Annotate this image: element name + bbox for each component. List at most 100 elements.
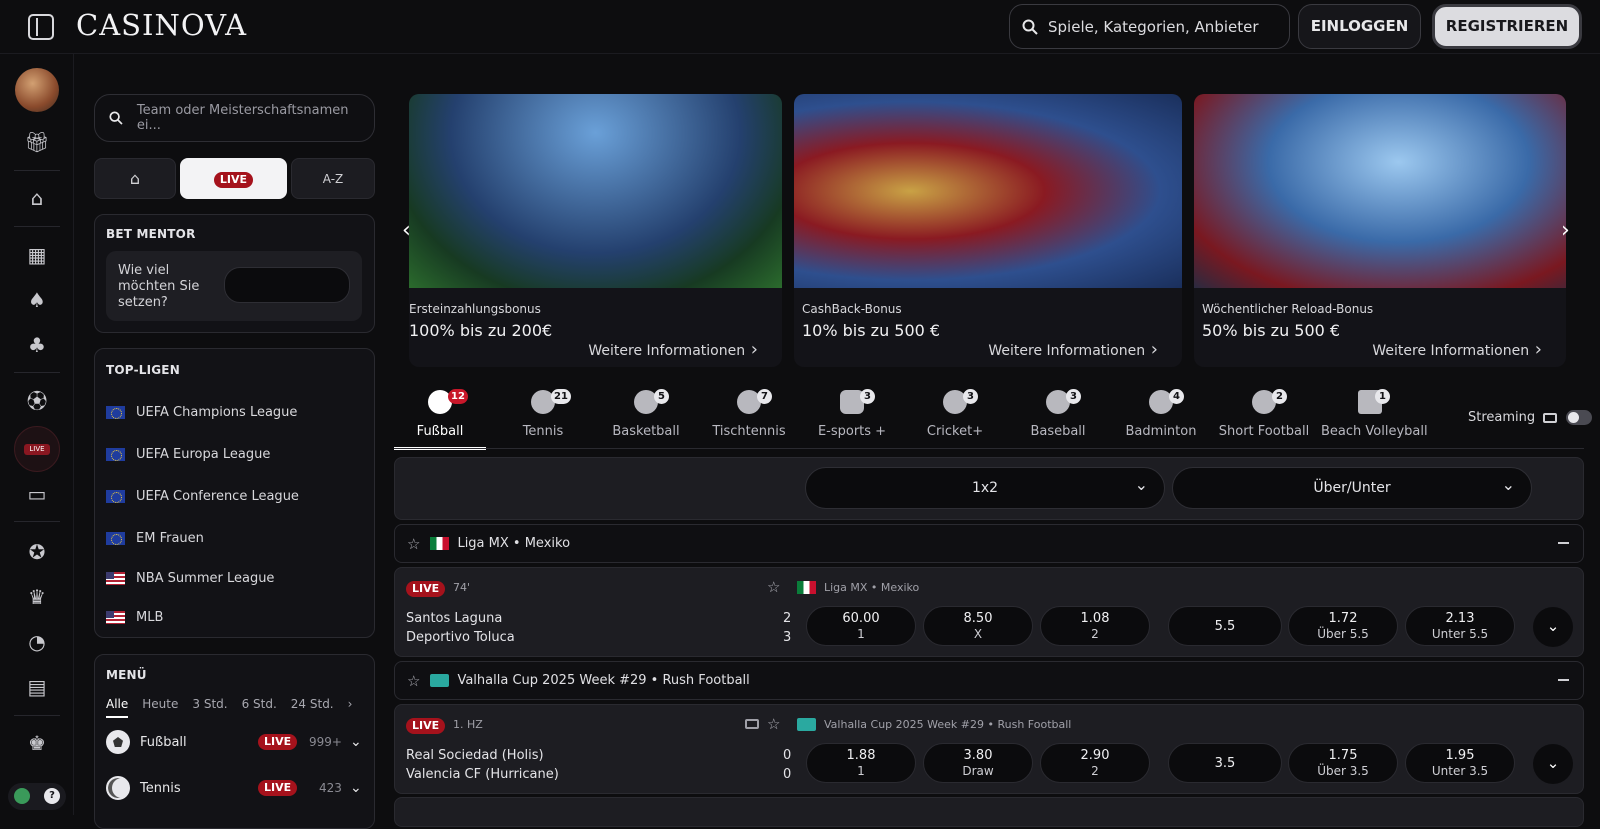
slot-machine-icon[interactable]: ▦	[22, 240, 52, 270]
league-item[interactable]: MLB	[106, 607, 163, 627]
globe-icon[interactable]	[14, 788, 30, 804]
streaming-toggle[interactable]: Streaming	[1468, 410, 1593, 425]
league-item[interactable]: EM Frauen	[106, 528, 204, 548]
stream-icon[interactable]	[745, 719, 759, 729]
collapse-icon[interactable]	[1558, 679, 1569, 681]
promo-banner[interactable]: CashBack-Bonus 10% bis zu 500 € Weitere …	[794, 94, 1182, 367]
home-icon[interactable]: ⌂	[22, 183, 52, 213]
league-item[interactable]: NBA Summer League	[106, 568, 274, 588]
chevron-right-icon[interactable]: ›	[348, 697, 353, 718]
help-icon[interactable]: ?	[44, 788, 60, 804]
market-select-over-under[interactable]: Über/Unter	[1172, 465, 1532, 509]
tab-table-tennis[interactable]: 7 Tischtennis	[703, 383, 795, 449]
tab-badminton[interactable]: 4 Badminton	[1115, 383, 1207, 449]
live-segment-button[interactable]: LIVE	[180, 158, 287, 199]
expand-chevron-icon[interactable]: ⌄	[1533, 607, 1573, 647]
streaming-switch[interactable]	[1566, 410, 1593, 425]
menu-sport-item[interactable]: Fußball LIVE 999+ ⌄	[106, 729, 364, 755]
carousel-prev-icon[interactable]: ‹	[402, 218, 411, 243]
away-team: Deportivo Toluca	[406, 630, 515, 645]
odds-button[interactable]: 1.75 Über 3.5	[1288, 743, 1398, 783]
az-segment-button[interactable]: A-Z	[291, 158, 375, 199]
tab-esports[interactable]: 3 E-sports +	[806, 383, 898, 449]
league-item[interactable]: UEFA Europa League	[106, 444, 270, 464]
odds-button[interactable]: 1.08 2	[1040, 606, 1150, 646]
tab-beach-volleyball[interactable]: 1 Beach Volleyball	[1321, 383, 1428, 449]
tab-baseball[interactable]: 3 Baseball	[1012, 383, 1104, 449]
promo-more-link[interactable]: Weitere Informationen	[1372, 339, 1542, 360]
promo-more-link[interactable]: Weitere Informationen	[988, 339, 1158, 360]
star-icon[interactable]: ☆	[767, 578, 780, 596]
star-icon[interactable]: ☆	[407, 535, 420, 553]
crown-icon[interactable]: ♚	[22, 728, 52, 758]
expand-chevron-icon[interactable]: ⌄	[1533, 744, 1573, 784]
odds-button[interactable]: 3.80 Draw	[923, 743, 1033, 783]
odds-button[interactable]: 60.00 1	[806, 606, 916, 646]
soccer-icon[interactable]: ⚽︎	[22, 386, 52, 416]
search-input[interactable]: Spiele, Kategorien, Anbieter	[1009, 4, 1290, 49]
logo[interactable]: CASINOVA	[76, 8, 247, 42]
login-button[interactable]: EINLOGGEN	[1298, 4, 1421, 49]
avatar[interactable]	[15, 68, 59, 112]
register-button[interactable]: REGISTRIEREN	[1432, 4, 1582, 49]
tab-24h[interactable]: 24 Std.	[291, 697, 334, 718]
gift-icon[interactable]: 🎁︎	[22, 127, 52, 157]
clover-icon[interactable]: ♣	[22, 330, 52, 360]
tab-today[interactable]: Heute	[142, 697, 178, 718]
market-select-1x2[interactable]: 1x2	[805, 465, 1165, 509]
odds-button[interactable]: 1.95 Unter 3.5	[1405, 743, 1515, 783]
shop-icon[interactable]: ▤	[22, 672, 52, 702]
match-league: Liga MX • Mexiko	[797, 581, 919, 594]
live-icon[interactable]: LIVE	[14, 426, 60, 472]
star-icon[interactable]: ☆	[407, 672, 420, 690]
odds-button[interactable]: 2.13 Unter 5.5	[1405, 606, 1515, 646]
odds-button[interactable]: 1.72 Über 5.5	[1288, 606, 1398, 646]
league-item[interactable]: UEFA Champions League	[106, 402, 297, 422]
odds-button[interactable]: 8.50 X	[923, 606, 1033, 646]
tab-count: 21	[551, 389, 571, 404]
tab-6h[interactable]: 6 Std.	[242, 697, 277, 718]
tab-all[interactable]: Alle	[106, 697, 129, 718]
tab-basketball[interactable]: 5 Basketball	[600, 383, 692, 449]
league-header[interactable]: ☆ Valhalla Cup 2025 Week #29 • Rush Foot…	[394, 661, 1584, 700]
tab-label: Badminton	[1125, 424, 1197, 439]
league-item[interactable]: UEFA Conference League	[106, 486, 299, 506]
trophy-icon[interactable]: ♛	[22, 582, 52, 612]
star-icon[interactable]: ☆	[767, 715, 780, 733]
promo-more-link[interactable]: Weitere Informationen	[588, 339, 758, 360]
chevron-down-icon[interactable]: ⌄	[350, 734, 362, 750]
tab-short-football[interactable]: 2 Short Football	[1218, 383, 1310, 449]
home-segment-button[interactable]: ⌂	[94, 158, 176, 199]
promo-banner[interactable]: Wöchentlicher Reload-Bonus 50% bis zu 50…	[1194, 94, 1566, 367]
chevron-down-icon[interactable]: ⌄	[350, 780, 362, 796]
promo-banner[interactable]: Ersteinzahlungsbonus 100% bis zu 200€ We…	[409, 94, 782, 367]
stake-input[interactable]	[224, 267, 350, 303]
rail-divider	[14, 226, 60, 227]
settings-badge-icon[interactable]: ✪	[22, 537, 52, 567]
team-search-input[interactable]: Team oder Meisterschaftsnamen ei...	[94, 94, 375, 142]
odds-button[interactable]: 2.90 2	[1040, 743, 1150, 783]
tab-football[interactable]: 12 Fußball	[394, 383, 486, 450]
language-help-toggle[interactable]: ?	[8, 783, 66, 810]
sidebar-toggle-icon[interactable]	[28, 14, 54, 40]
tab-tennis[interactable]: 21 Tennis	[497, 383, 589, 449]
cards-icon[interactable]: ♠	[22, 285, 52, 315]
odds-button[interactable]: 1.88 1	[806, 743, 916, 783]
search-icon	[109, 111, 123, 125]
carousel-next-icon[interactable]: ›	[1561, 218, 1570, 243]
home-score: 2	[783, 611, 792, 626]
tab-cricket[interactable]: 3 Cricket+	[909, 383, 1001, 449]
tab-3h[interactable]: 3 Std.	[192, 697, 227, 718]
tab-count: 2	[1272, 389, 1287, 404]
tab-label: Baseball	[1030, 424, 1086, 439]
tv-sport-icon[interactable]: ▭	[22, 479, 52, 509]
match-card: LIVE 1. HZ ☆ Valhalla Cup 2025 Week #29 …	[394, 704, 1584, 794]
collapse-icon[interactable]	[1558, 542, 1569, 544]
odd-value: 1.88	[846, 748, 876, 763]
odd-value: 2.13	[1445, 611, 1475, 626]
match-league-name: Valhalla Cup 2025 Week #29 • Rush Footba…	[824, 718, 1072, 731]
pacman-icon[interactable]: ◔	[22, 627, 52, 657]
menu-sport-item[interactable]: Tennis LIVE 423 ⌄	[106, 775, 364, 801]
league-header[interactable]: ☆ Liga MX • Mexiko	[394, 524, 1584, 563]
world-flag-icon	[797, 718, 816, 731]
